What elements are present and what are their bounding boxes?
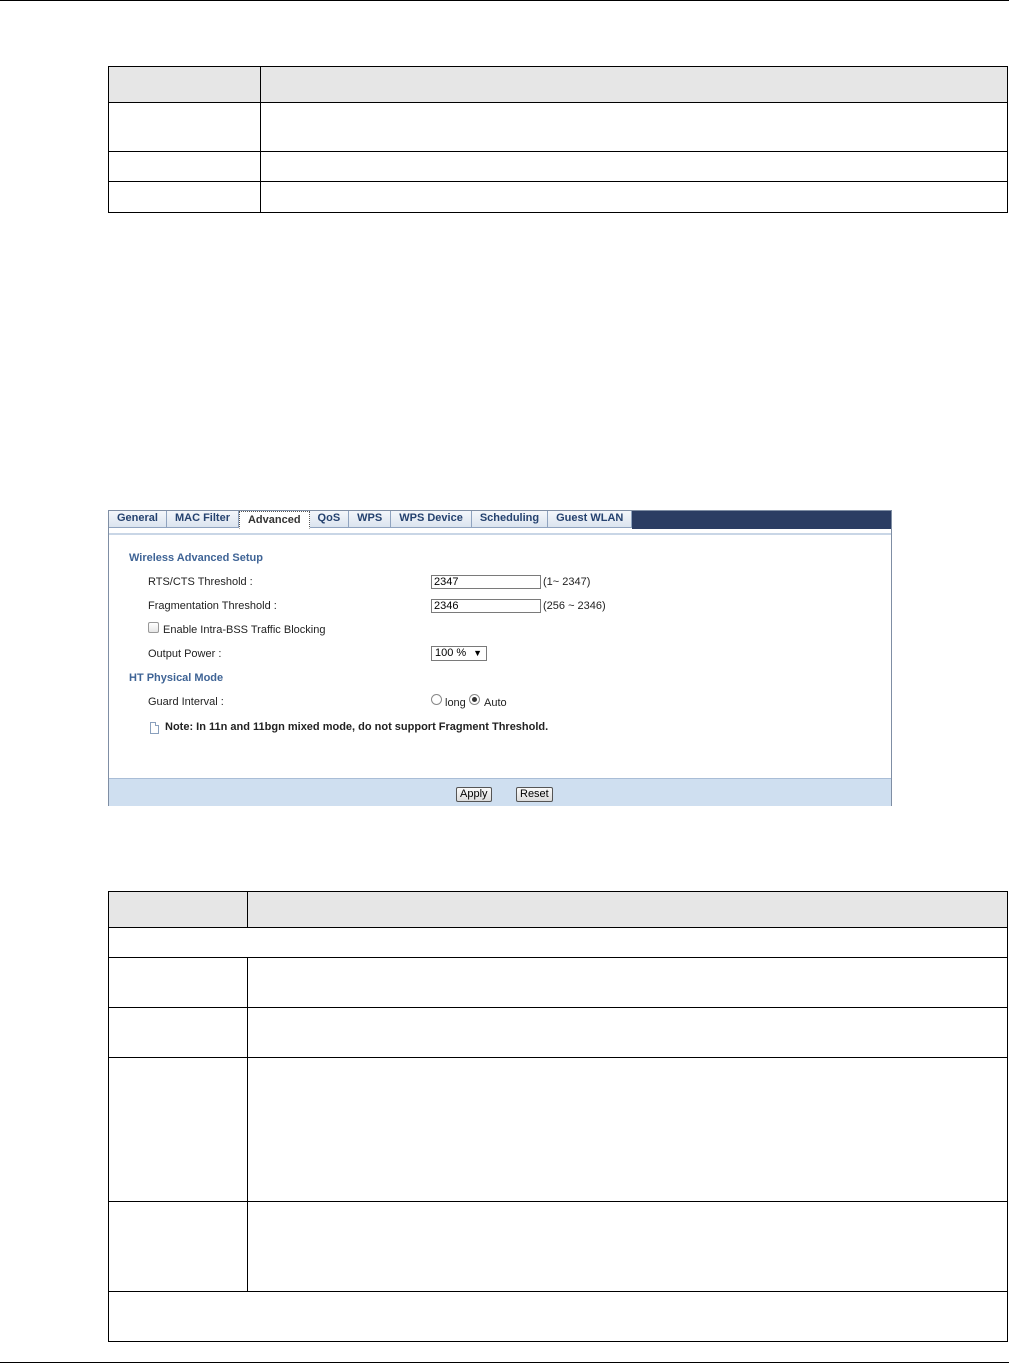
table-cell	[247, 957, 1008, 1008]
table-row	[108, 1007, 1008, 1058]
table-cell	[108, 1291, 1008, 1342]
rts-threshold-input[interactable]	[431, 575, 541, 589]
table-cell	[108, 181, 261, 213]
page-top-rule	[0, 0, 1009, 1]
table-cell	[108, 151, 261, 182]
table-row	[108, 1201, 1008, 1292]
table-row	[108, 151, 1008, 182]
table-row	[108, 957, 1008, 1008]
table-cell	[108, 102, 261, 152]
guard-interval-label: Guard Interval :	[148, 696, 224, 708]
table-header-cell	[247, 891, 1008, 928]
table-row	[108, 1291, 1008, 1342]
output-power-select[interactable]: 100 % ▼	[431, 646, 487, 661]
table-header-cell	[108, 66, 261, 103]
table-cell	[260, 151, 1008, 182]
bottom-table	[108, 891, 1008, 1342]
rts-threshold-range: (1~ 2347)	[543, 576, 591, 588]
table-header-cell	[108, 891, 248, 928]
table-cell	[108, 1201, 248, 1292]
table-cell	[260, 181, 1008, 213]
table-cell	[108, 957, 248, 1008]
table-cell	[108, 927, 1008, 958]
tab-wps-device[interactable]: WPS Device	[391, 511, 472, 528]
reset-button[interactable]: Reset	[516, 787, 553, 802]
button-bar: Apply Reset	[109, 778, 891, 806]
tab-general[interactable]: General	[109, 511, 167, 528]
section-title-wireless-advanced: Wireless Advanced Setup	[129, 552, 263, 564]
intra-bss-blocking-label: Enable Intra-BSS Traffic Blocking	[163, 624, 326, 636]
apply-button[interactable]: Apply	[456, 787, 492, 802]
table-row	[108, 102, 1008, 152]
table-cell	[108, 1057, 248, 1202]
tab-bar: General MAC Filter Advanced QoS WPS WPS …	[109, 511, 891, 529]
fragmentation-threshold-range: (256 ~ 2346)	[543, 600, 606, 612]
table-row	[108, 927, 1008, 958]
guard-interval-auto-radio[interactable]	[469, 694, 480, 705]
guard-interval-long-label: long	[445, 697, 466, 709]
table-row	[108, 181, 1008, 213]
table-cell	[247, 1201, 1008, 1292]
table-row	[108, 1057, 1008, 1202]
table-cell	[260, 102, 1008, 152]
table-header-row	[108, 66, 1008, 103]
note-text: Note: In 11n and 11bgn mixed mode, do no…	[165, 721, 549, 733]
table-cell	[247, 1007, 1008, 1058]
table-header-cell	[260, 66, 1008, 103]
table-cell	[108, 1007, 248, 1058]
chevron-down-icon: ▼	[473, 648, 482, 658]
tab-list: General MAC Filter Advanced QoS WPS WPS …	[109, 511, 633, 529]
tab-mac-filter[interactable]: MAC Filter	[166, 511, 239, 528]
output-power-label: Output Power :	[148, 648, 222, 660]
tab-qos[interactable]: QoS	[309, 511, 350, 528]
note-icon	[150, 722, 159, 734]
tab-wps[interactable]: WPS	[349, 511, 392, 528]
tab-advanced[interactable]: Advanced	[238, 511, 310, 529]
guard-interval-auto-label: Auto	[484, 697, 507, 709]
wireless-advanced-panel: General MAC Filter Advanced QoS WPS WPS …	[108, 510, 892, 806]
table-cell	[247, 1057, 1008, 1202]
intra-bss-blocking-checkbox[interactable]	[148, 622, 159, 633]
top-table	[108, 66, 1008, 213]
guard-interval-long-radio[interactable]	[431, 694, 442, 705]
tab-guest-wlan[interactable]: Guest WLAN	[548, 511, 633, 528]
tab-scheduling[interactable]: Scheduling	[471, 511, 549, 528]
section-title-ht-physical-mode: HT Physical Mode	[129, 672, 224, 684]
output-power-value: 100 %	[435, 647, 467, 659]
table-header-row	[108, 891, 1008, 928]
fragmentation-threshold-label: Fragmentation Threshold :	[148, 600, 277, 612]
fragmentation-threshold-input[interactable]	[431, 599, 541, 613]
rts-threshold-label: RTS/CTS Threshold :	[148, 576, 253, 588]
tab-underline	[109, 533, 891, 535]
